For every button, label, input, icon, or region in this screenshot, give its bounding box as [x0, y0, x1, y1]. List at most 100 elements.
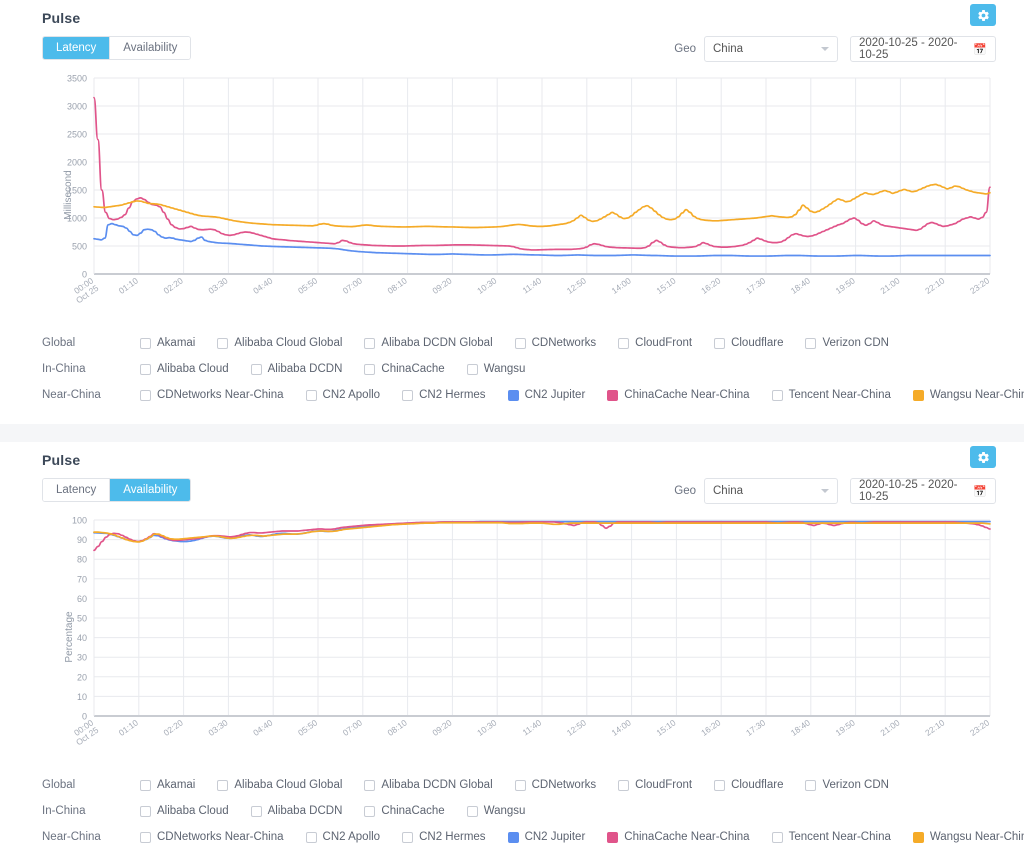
date-range-value: 2020-10-25 - 2020-10-25: [859, 479, 958, 503]
checkbox-icon[interactable]: [364, 805, 376, 817]
checkbox-icon[interactable]: [140, 805, 151, 817]
legend-item-alibaba-dcdn[interactable]: Alibaba DCDN: [250, 363, 343, 375]
legend-item-akamai[interactable]: Akamai: [140, 337, 195, 349]
legend-item-cloudfront[interactable]: CloudFront: [618, 779, 692, 791]
legend-item-chinacache[interactable]: ChinaCache: [364, 363, 445, 375]
checkbox-icon[interactable]: [140, 831, 151, 843]
legend-item-alibaba-cloud[interactable]: Alibaba Cloud: [140, 363, 229, 375]
checkbox-icon[interactable]: [140, 389, 151, 401]
svg-text:12:50: 12:50: [565, 275, 588, 296]
header-controls: Geo China 2020-10-25 - 2020-10-25 📅: [674, 4, 996, 62]
checkbox-icon[interactable]: [805, 779, 817, 791]
checkbox-icon[interactable]: [217, 337, 229, 349]
checkbox-icon[interactable]: [771, 389, 783, 401]
checkbox-icon[interactable]: [364, 363, 376, 375]
settings-button[interactable]: [970, 446, 996, 468]
checkbox-icon[interactable]: [402, 389, 414, 401]
geo-select[interactable]: China: [704, 478, 838, 504]
latency-chart: Millisecond 0 500 1000 1500 2000 2500 3000 3500…: [42, 70, 996, 320]
checkbox-icon[interactable]: [250, 805, 262, 817]
checkbox-icon[interactable]: [618, 779, 630, 791]
checkbox-icon[interactable]: [364, 337, 376, 349]
checkbox-checked-icon[interactable]: [607, 389, 619, 401]
legend-item-wangsu[interactable]: Wangsu: [466, 805, 525, 817]
checkbox-icon[interactable]: [618, 337, 630, 349]
svg-text:19:50: 19:50: [834, 275, 857, 296]
legend-item-verizon-cdn[interactable]: Verizon CDN: [805, 337, 889, 349]
legend-item-alibaba-dcdn-global[interactable]: Alibaba DCDN Global: [364, 779, 493, 791]
latency-chart-svg: 050010001500200025003000350000:00Oct 25 0…: [67, 74, 991, 306]
legend-group-label: Global: [42, 779, 76, 791]
legend-item-cdnetworks[interactable]: CDNetworks: [514, 779, 596, 791]
geo-select[interactable]: China: [704, 36, 838, 62]
checkbox-icon[interactable]: [402, 831, 414, 843]
date-range-picker[interactable]: 2020-10-25 - 2020-10-25 📅: [850, 478, 996, 504]
legend-item-label: Alibaba DCDN Global: [381, 337, 493, 349]
tab-latency[interactable]: Latency: [43, 37, 110, 59]
panel-divider: [0, 424, 1024, 442]
checkbox-icon[interactable]: [217, 779, 229, 791]
checkbox-icon[interactable]: [364, 779, 376, 791]
svg-text:03:30: 03:30: [206, 275, 229, 296]
legend-item-cn2-jupiter[interactable]: CN2 Jupiter: [507, 389, 585, 401]
legend-item-alibaba-dcdn-global[interactable]: Alibaba DCDN Global: [364, 337, 493, 349]
legend-item-wangsu[interactable]: Wangsu: [466, 363, 525, 375]
filters-row: Geo China 2020-10-25 - 2020-10-25 📅: [674, 478, 996, 504]
legend-item-chinacache[interactable]: ChinaCache: [364, 805, 445, 817]
legend-item-wangsu-near-china[interactable]: Wangsu Near-China: [912, 389, 1024, 401]
legend-item-cloudflare[interactable]: Cloudflare: [714, 337, 783, 349]
legend-item-cn2-apollo[interactable]: CN2 Apollo: [305, 831, 380, 843]
legend-item-alibaba-cloud-global[interactable]: Alibaba Cloud Global: [217, 779, 342, 791]
legend-item-tencent-near-china[interactable]: Tencent Near-China: [771, 831, 891, 843]
tab-availability[interactable]: Availability: [109, 37, 191, 59]
checkbox-icon[interactable]: [805, 337, 817, 349]
checkbox-checked-icon[interactable]: [507, 389, 519, 401]
legend-item-cn2-hermes[interactable]: CN2 Hermes: [402, 831, 486, 843]
legend-item-cloudflare[interactable]: Cloudflare: [714, 779, 783, 791]
tab-availability[interactable]: Availability: [109, 479, 191, 501]
legend-item-cdnetworks-near-china[interactable]: CDNetworks Near-China: [140, 831, 284, 843]
legend-item-alibaba-dcdn[interactable]: Alibaba DCDN: [250, 805, 342, 817]
legend-item-wangsu-near-china[interactable]: Wangsu Near-China: [912, 831, 1024, 843]
legend-item-label: Alibaba DCDN: [267, 363, 343, 375]
tab-latency[interactable]: Latency: [43, 479, 110, 501]
legend-item-cn2-apollo[interactable]: CN2 Apollo: [305, 389, 380, 401]
checkbox-icon[interactable]: [514, 337, 526, 349]
checkbox-icon[interactable]: [514, 779, 526, 791]
checkbox-icon[interactable]: [771, 831, 783, 843]
svg-text:22:10: 22:10: [923, 275, 946, 296]
legend-item-chinacache-near-china[interactable]: ChinaCache Near-China: [607, 831, 750, 843]
checkbox-icon[interactable]: [250, 363, 262, 375]
legend-items: CDNetworks Near-China CN2 Apollo CN2 Herme…: [140, 389, 1024, 401]
settings-button[interactable]: [970, 4, 996, 26]
legend-item-verizon-cdn[interactable]: Verizon CDN: [805, 779, 889, 791]
svg-text:50: 50: [77, 614, 87, 624]
legend-item-cdnetworks-near-china[interactable]: CDNetworks Near-China: [140, 389, 284, 401]
checkbox-checked-icon[interactable]: [507, 831, 519, 843]
checkbox-icon[interactable]: [305, 831, 317, 843]
legend-item-alibaba-cloud-global[interactable]: Alibaba Cloud Global: [217, 337, 342, 349]
checkbox-icon[interactable]: [140, 363, 151, 375]
legend-item-cloudfront[interactable]: CloudFront: [618, 337, 692, 349]
checkbox-icon[interactable]: [305, 389, 317, 401]
legend-item-alibaba-cloud[interactable]: Alibaba Cloud: [140, 805, 229, 817]
legend-item-cdnetworks[interactable]: CDNetworks: [514, 337, 596, 349]
legend-item-chinacache-near-china[interactable]: ChinaCache Near-China: [607, 389, 750, 401]
checkbox-icon[interactable]: [140, 337, 151, 349]
checkbox-icon[interactable]: [714, 779, 726, 791]
legend-item-cn2-hermes[interactable]: CN2 Hermes: [402, 389, 486, 401]
checkbox-checked-icon[interactable]: [912, 389, 924, 401]
checkbox-icon[interactable]: [466, 363, 478, 375]
checkbox-icon[interactable]: [466, 805, 478, 817]
checkbox-checked-icon[interactable]: [912, 831, 924, 843]
checkbox-icon[interactable]: [714, 337, 726, 349]
date-range-value: 2020-10-25 - 2020-10-25: [859, 37, 958, 61]
legend-item-cn2-jupiter[interactable]: CN2 Jupiter: [507, 831, 585, 843]
legend-item-tencent-near-china[interactable]: Tencent Near-China: [771, 389, 891, 401]
checkbox-checked-icon[interactable]: [607, 831, 619, 843]
date-range-picker[interactable]: 2020-10-25 - 2020-10-25 📅: [850, 36, 996, 62]
legend-item-akamai[interactable]: Akamai: [140, 779, 195, 791]
svg-text:80: 80: [77, 555, 87, 565]
legend-item-label: ChinaCache: [381, 805, 445, 817]
checkbox-icon[interactable]: [140, 779, 151, 791]
